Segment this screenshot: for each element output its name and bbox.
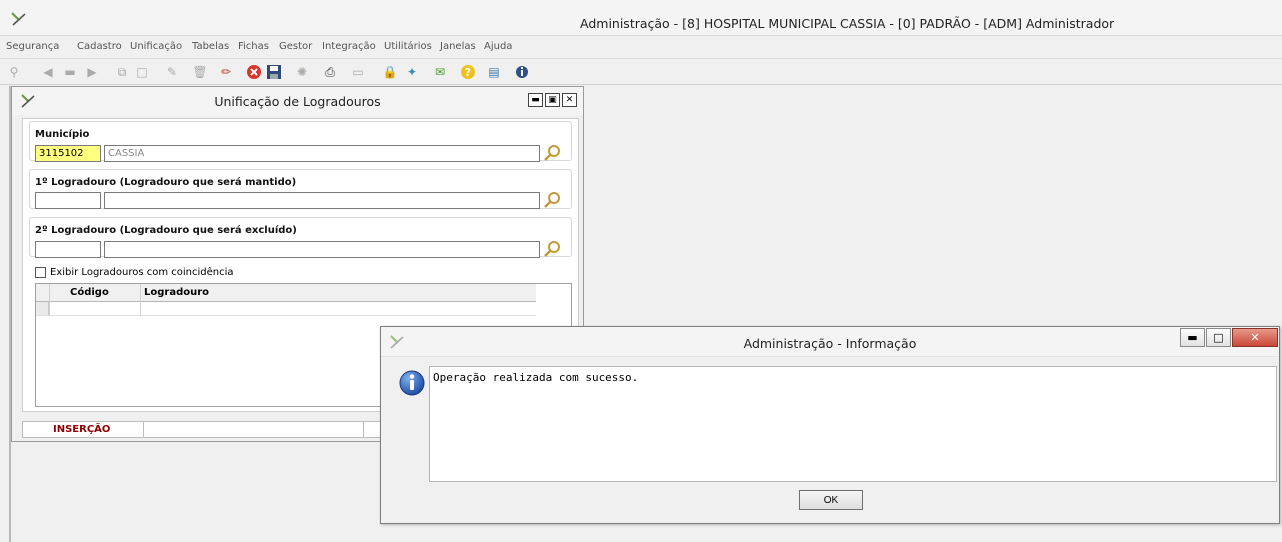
info-icon <box>399 370 425 396</box>
dialog-title-bar[interactable]: Administração - Informação ▬ □ ✕ <box>381 327 1279 357</box>
grid-divider <box>49 284 50 316</box>
info-dialog: Administração - Informação ▬ □ ✕ Operaçã… <box>380 326 1280 524</box>
menu-tabelas[interactable]: Tabelas <box>192 41 229 52</box>
help-icon[interactable]: ? <box>458 62 478 82</box>
lock-icon[interactable]: 🔒 <box>380 62 400 82</box>
ok-button[interactable]: OK <box>799 490 863 510</box>
list-icon[interactable]: ▬ <box>60 62 80 82</box>
main-title-bar: Administração - [8] HOSPITAL MUNICIPAL C… <box>0 0 1282 36</box>
grid-divider <box>140 284 141 316</box>
municipio-name-field[interactable]: CASSIA <box>104 145 540 162</box>
message-box: Operação realizada com sucesso. <box>429 366 1277 482</box>
copy-icon[interactable]: ⧉ <box>112 62 132 82</box>
dialog-close-button[interactable]: ✕ <box>1232 328 1278 347</box>
menu-fichas[interactable]: Fichas <box>238 41 269 52</box>
status-divider <box>143 422 144 437</box>
save-icon[interactable] <box>264 62 284 82</box>
first-record-icon[interactable]: ◀ <box>38 62 58 82</box>
users-icon[interactable]: ✦ <box>402 62 422 82</box>
column-logradouro[interactable]: Logradouro <box>144 287 209 298</box>
next-record-icon[interactable]: ▶ <box>82 62 102 82</box>
menu-bar: Segurança Cadastro Unificação Tabelas Fi… <box>0 37 1282 59</box>
menu-cadastro[interactable]: Cadastro <box>77 41 122 52</box>
child-title-bar[interactable]: Unificação de Logradouros ▬ ▣ ✕ <box>12 87 583 115</box>
menu-integracao[interactable]: Integração <box>322 41 376 52</box>
logradouro1-name-field[interactable] <box>104 192 540 209</box>
logradouro2-name-field[interactable] <box>104 241 540 258</box>
maximize-button[interactable]: ▣ <box>545 93 560 107</box>
coincidencia-label: Exibir Logradouros com coincidência <box>50 267 234 278</box>
star-icon[interactable]: ✺ <box>292 62 312 82</box>
child-window-title: Unificação de Logradouros <box>214 94 381 109</box>
pencil-icon[interactable]: ✏ <box>216 62 236 82</box>
municipio-code-field[interactable]: 3115102 <box>35 145 101 162</box>
app-tools-icon <box>11 12 26 26</box>
calendar-icon[interactable]: ▤ <box>484 62 504 82</box>
minimize-button[interactable]: ▬ <box>528 93 543 107</box>
logradouro2-search-icon[interactable] <box>543 240 561 258</box>
dialog-minimize-button[interactable]: ▬ <box>1180 328 1205 347</box>
close-button[interactable]: ✕ <box>562 93 577 107</box>
dialog-maximize-button[interactable]: □ <box>1206 328 1231 347</box>
status-mode: INSERÇÃO <box>53 424 111 435</box>
municipio-search-icon[interactable] <box>543 144 561 162</box>
mail-icon[interactable]: ✉ <box>430 62 450 82</box>
dialog-title: Administração - Informação <box>743 336 917 351</box>
coincidencia-row: Exibir Logradouros com coincidência <box>35 267 234 278</box>
table-row[interactable] <box>36 302 536 316</box>
dialog-window-controls: ▬ □ ✕ <box>1180 328 1278 347</box>
paste-icon[interactable]: □ <box>132 62 152 82</box>
print-icon[interactable]: ⎙ <box>320 62 340 82</box>
delete-icon[interactable]: 🗑 <box>190 62 210 82</box>
logradouro2-code-field[interactable] <box>35 241 101 258</box>
menu-seguranca[interactable]: Segurança <box>6 41 59 52</box>
status-divider <box>363 422 364 437</box>
child-window-controls: ▬ ▣ ✕ <box>528 93 577 107</box>
coincidencia-checkbox[interactable] <box>35 267 46 278</box>
logradouro1-search-icon[interactable] <box>543 191 561 209</box>
row-indicator <box>36 302 49 315</box>
menu-unificacao[interactable]: Unificação <box>130 41 182 52</box>
logradouro1-code-field[interactable] <box>35 192 101 209</box>
cancel-icon[interactable] <box>244 62 264 82</box>
search-icon[interactable]: ⚲ <box>4 62 24 82</box>
menu-ajuda[interactable]: Ajuda <box>484 41 512 52</box>
toolbar: ⚲ ◀ ▬ ▶ ⧉ □ ✎ 🗑 ✏ ✺ ⎙ ▭ 🔒 ✦ ✉ ? ▤ <box>0 59 1282 85</box>
svg-text:?: ? <box>465 66 471 79</box>
main-window-title: Administração - [8] HOSPITAL MUNICIPAL C… <box>580 16 1115 31</box>
menu-gestor[interactable]: Gestor <box>279 41 312 52</box>
window-icon[interactable]: ▭ <box>348 62 368 82</box>
menu-janelas[interactable]: Janelas <box>440 41 476 52</box>
edit-icon[interactable]: ✎ <box>162 62 182 82</box>
column-codigo[interactable]: Código <box>70 287 109 298</box>
grid-header: Código Logradouro <box>36 284 536 302</box>
menu-utilitarios[interactable]: Utilitários <box>384 41 432 52</box>
info-toolbar-icon[interactable] <box>512 62 532 82</box>
